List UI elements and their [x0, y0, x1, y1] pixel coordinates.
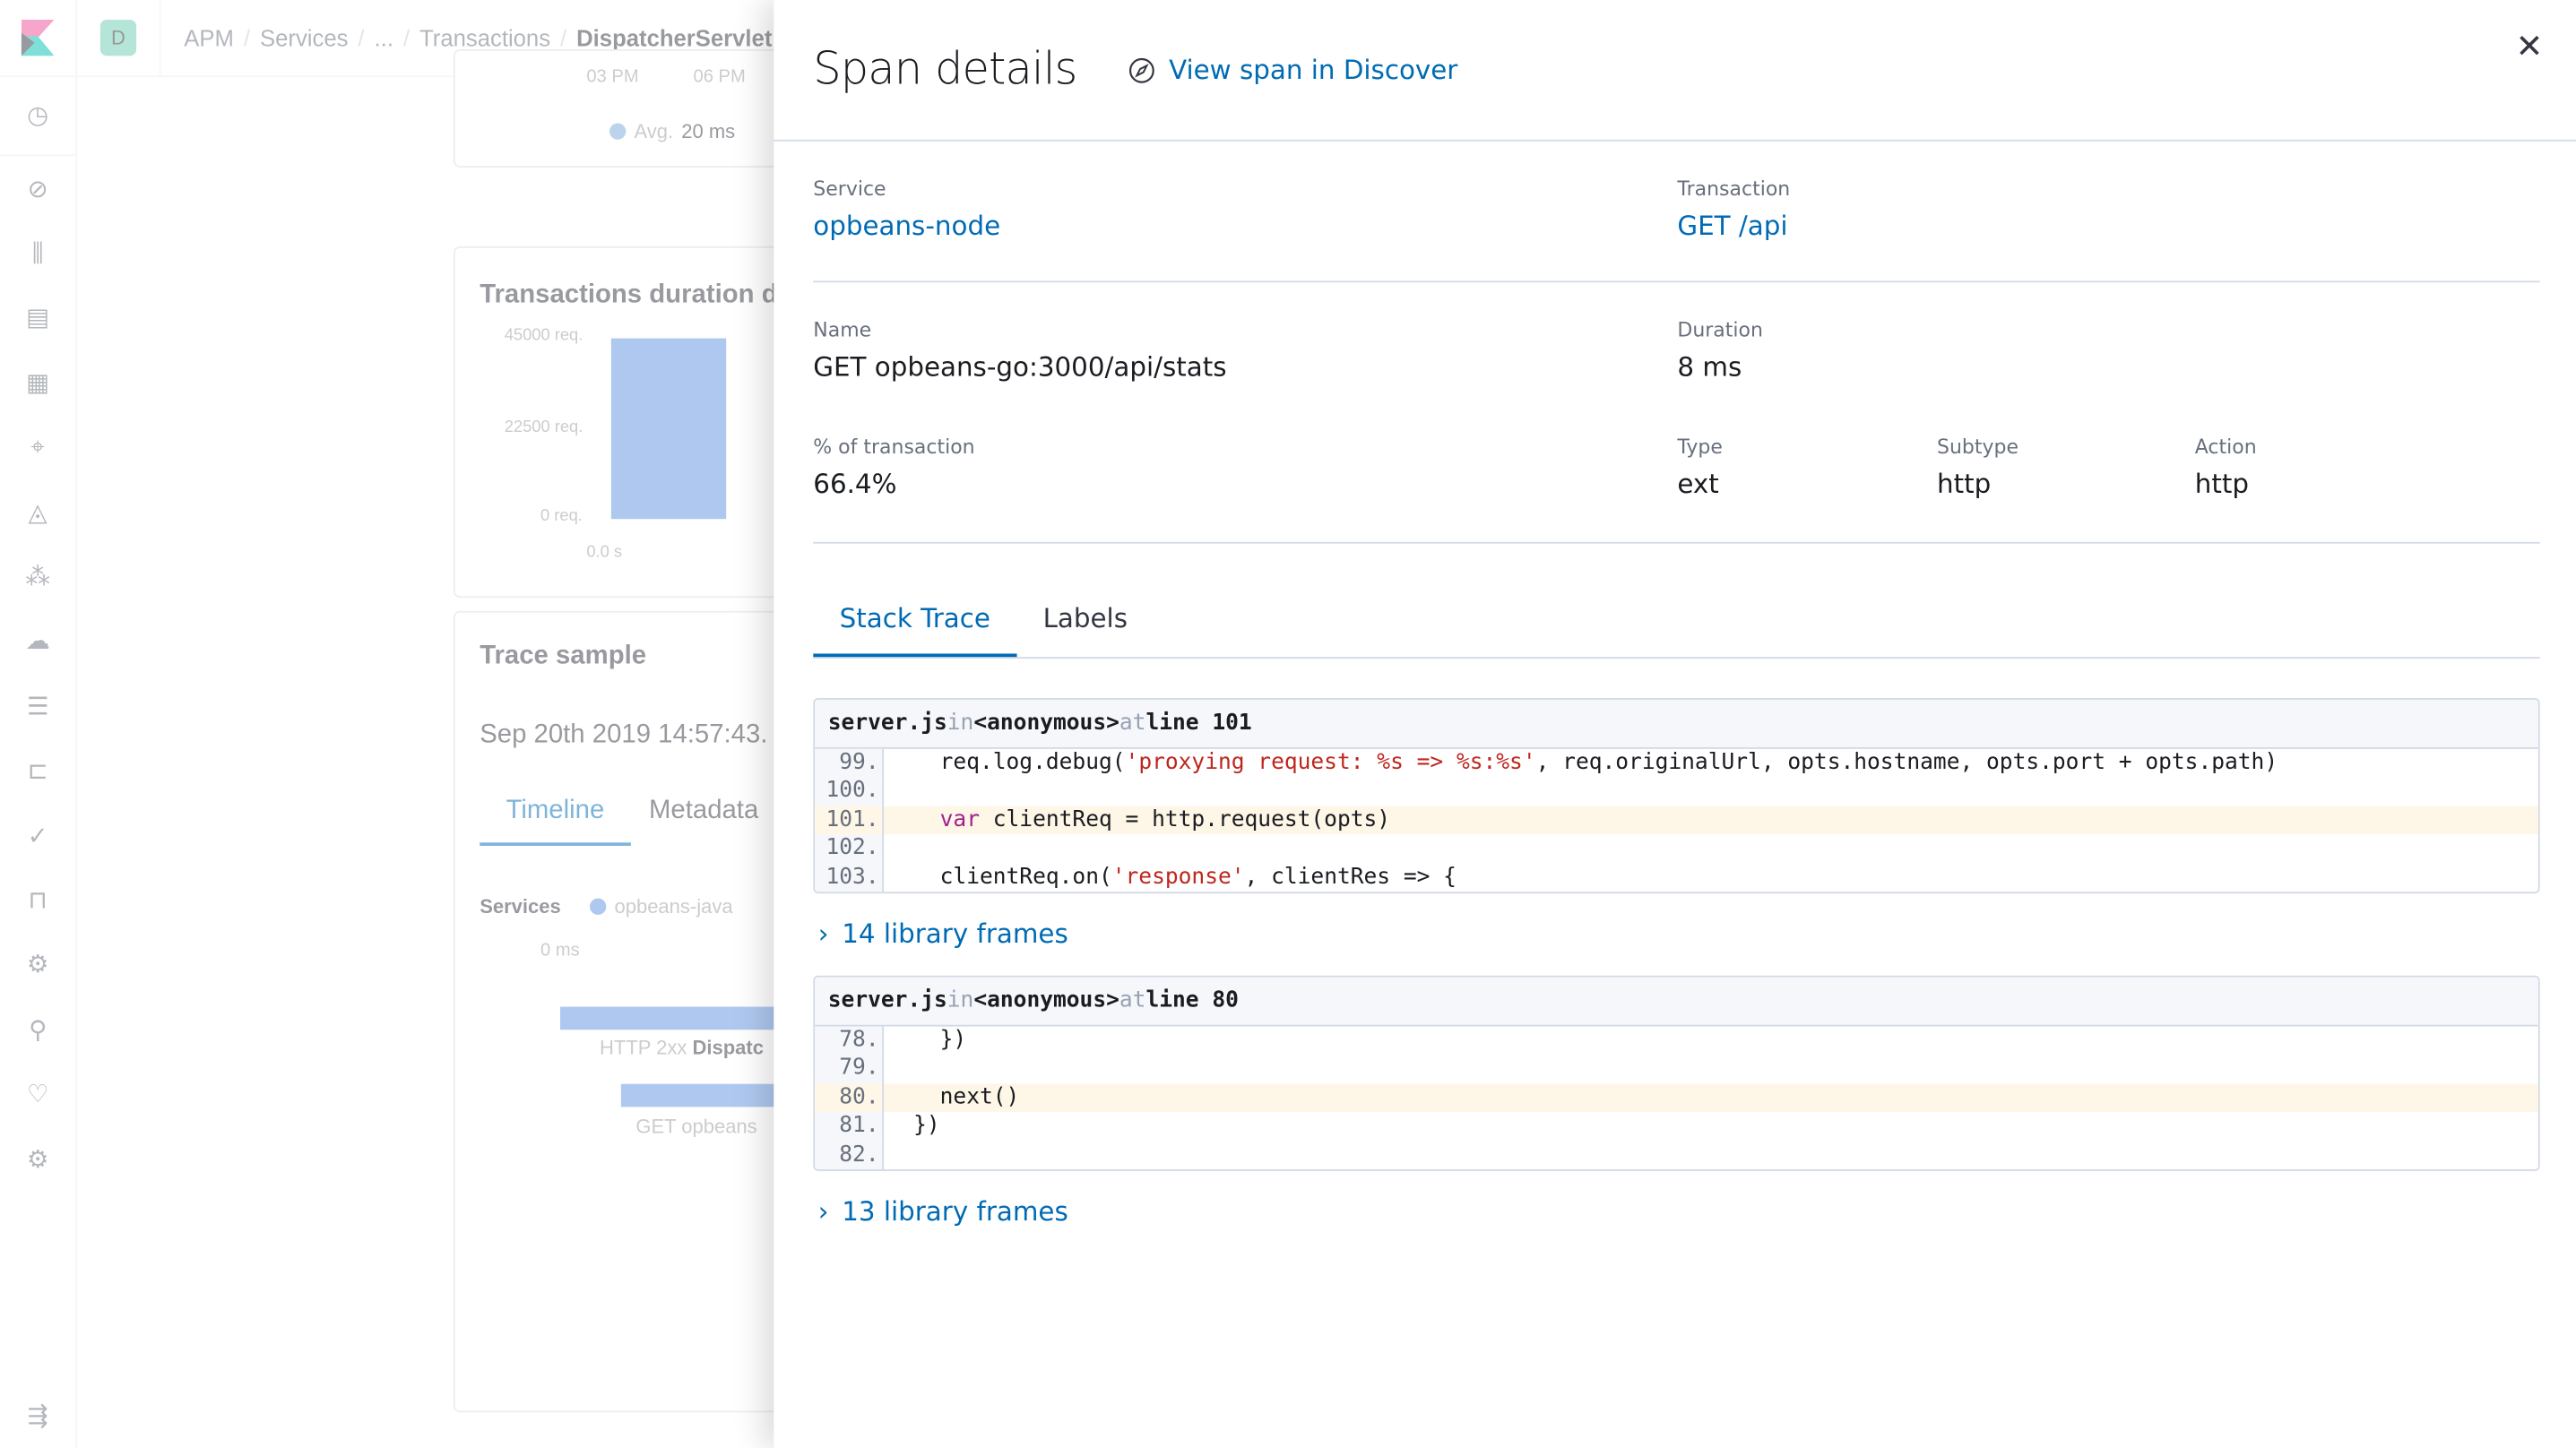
- code-line: 79.: [815, 1055, 2538, 1084]
- monitoring-icon[interactable]: ⚲: [0, 997, 75, 1062]
- action-field: Action http: [2194, 435, 2257, 500]
- discover-icon[interactable]: ⊘: [0, 156, 75, 220]
- code-line: 100.: [815, 777, 2538, 806]
- logs-icon[interactable]: ☰: [0, 674, 75, 738]
- discover-icon: [1129, 56, 1155, 82]
- tab-labels[interactable]: Labels: [1016, 586, 1154, 657]
- library-frames-toggle[interactable]: › 13 library frames: [818, 1195, 1068, 1227]
- view-in-discover-link[interactable]: View span in Discover: [1129, 54, 1457, 85]
- tab-stack-trace[interactable]: Stack Trace: [813, 586, 1017, 658]
- maps-icon[interactable]: ⌖: [0, 415, 75, 479]
- services-label: Services: [480, 894, 561, 918]
- kibana-logo[interactable]: [0, 0, 78, 76]
- legend-avg: Avg. 20 ms: [609, 120, 735, 142]
- duration-field: Duration 8 ms: [1677, 318, 1763, 384]
- graph-icon[interactable]: ⁂: [0, 544, 75, 608]
- transaction-row[interactable]: HTTP 2xx Dispatc: [600, 1037, 764, 1060]
- code-line: 81.}): [815, 1112, 2538, 1142]
- x-tick: 0.0 s: [586, 543, 623, 562]
- heartbeat-icon[interactable]: ♡: [0, 1062, 75, 1126]
- collapse-icon[interactable]: ⇶: [0, 1383, 75, 1448]
- subtype-field: Subtype http: [1936, 435, 2019, 500]
- code-line: 101. var clientReq = http.request(opts): [815, 806, 2538, 835]
- stack-frame: server.js in <anonymous> at line 101 99. …: [813, 697, 2540, 894]
- y-tick: 45000 req.: [504, 326, 583, 345]
- service-field: Service opbeans-node: [813, 177, 1001, 242]
- space-avatar[interactable]: D: [99, 19, 137, 56]
- stack-frame: server.js in <anonymous> at line 80 78. }…: [813, 975, 2540, 1171]
- type-field: Type ext: [1677, 435, 1723, 500]
- code-line: 80. next(): [815, 1083, 2538, 1113]
- distribution-bar[interactable]: [610, 338, 727, 520]
- transaction-field: Transaction GET /api: [1677, 177, 1791, 242]
- trace-title: Trace sample: [480, 642, 647, 670]
- timeline-axis: 0 ms: [540, 941, 580, 961]
- code-line: 78. }): [815, 1026, 2538, 1056]
- x-tick: 06 PM: [693, 67, 746, 88]
- uptime-icon[interactable]: ✓: [0, 803, 75, 867]
- dev-tools-icon[interactable]: ⚙: [0, 933, 75, 997]
- flyout-title: Span details: [813, 44, 1077, 96]
- code-line: 82.: [815, 1141, 2538, 1169]
- tab-timeline[interactable]: Timeline: [480, 797, 631, 846]
- percent-field: % of transaction 66.4%: [813, 435, 975, 500]
- apm-icon[interactable]: ⊏: [0, 738, 75, 803]
- code-line: 103. clientReq.on('response', clientRes …: [815, 863, 2538, 892]
- dashboard-icon[interactable]: ▤: [0, 286, 75, 350]
- breadcrumb-ellipsis[interactable]: ...: [375, 24, 393, 50]
- close-icon[interactable]: ✕: [2516, 26, 2544, 65]
- transaction-link[interactable]: GET /api: [1677, 211, 1790, 242]
- x-tick: 03 PM: [586, 67, 639, 88]
- library-frames-toggle[interactable]: › 14 library frames: [818, 918, 1068, 950]
- span-row[interactable]: GET opbeans: [635, 1116, 756, 1139]
- flyout-tabs: Stack Trace Labels: [813, 586, 2540, 659]
- code-line: 102.: [815, 834, 2538, 864]
- infra-icon[interactable]: ☁: [0, 609, 75, 674]
- service-legend: opbeans-java: [590, 895, 733, 918]
- side-nav: ◷ ⊘ ⫼ ▤ ▦ ⌖ ◬ ⁂ ☁ ☰ ⊏ ✓ ⊓ ⚙ ⚲ ♡ ⚙ ⇶: [0, 75, 78, 1448]
- frame-header: server.js in <anonymous> at line 101: [815, 699, 2538, 749]
- breadcrumb-current: DispatcherServlet: [576, 24, 773, 51]
- visualize-icon[interactable]: ⫼: [0, 220, 75, 285]
- y-tick: 22500 req.: [504, 418, 583, 437]
- ml-icon[interactable]: ◬: [0, 479, 75, 544]
- y-tick: 0 req.: [540, 507, 583, 526]
- breadcrumb-apm[interactable]: APM: [184, 24, 234, 50]
- breadcrumb-services[interactable]: Services: [260, 24, 348, 50]
- clock-icon[interactable]: ◷: [0, 75, 76, 157]
- span-details-flyout: Span details View span in Discover ✕ Ser…: [774, 0, 2576, 1448]
- code-line: 99. req.log.debug('proxying request: %s …: [815, 748, 2538, 778]
- tab-metadata[interactable]: Metadata: [649, 797, 758, 826]
- management-icon[interactable]: ⚙: [0, 1126, 75, 1191]
- siem-icon[interactable]: ⊓: [0, 867, 75, 932]
- frame-header: server.js in <anonymous> at line 80: [815, 977, 2538, 1027]
- canvas-icon[interactable]: ▦: [0, 350, 75, 415]
- chevron-right-icon: ›: [817, 918, 829, 950]
- trace-timestamp: Sep 20th 2019 14:57:43.: [480, 720, 768, 749]
- name-field: Name GET opbeans-go:3000/api/stats: [813, 318, 1227, 384]
- service-link[interactable]: opbeans-node: [813, 211, 1000, 242]
- breadcrumb-transactions[interactable]: Transactions: [419, 24, 550, 50]
- chevron-right-icon: ›: [817, 1195, 829, 1228]
